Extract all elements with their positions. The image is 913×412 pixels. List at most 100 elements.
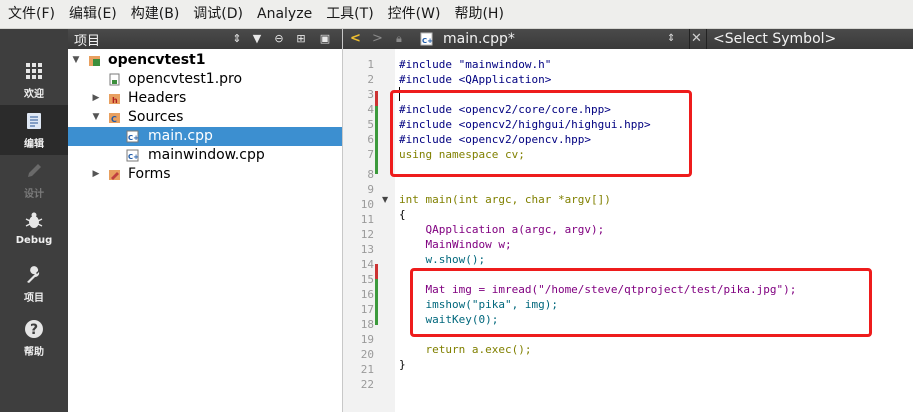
- tree-item-label: opencvtest1.pro: [128, 71, 243, 87]
- sources-folder-icon: C: [109, 113, 120, 124]
- tree-item-main-cpp[interactable]: C+ main.cpp: [68, 127, 342, 146]
- project-pane-title: 项目: [74, 33, 101, 49]
- line-number: 21: [360, 363, 374, 376]
- change-marker: [375, 264, 378, 279]
- line-number: 6: [367, 133, 374, 146]
- tree-item-label: Headers: [128, 90, 187, 106]
- cpp-file-icon: C+: [126, 130, 139, 143]
- line-number: 18: [360, 318, 374, 331]
- line-number: 9: [367, 183, 374, 196]
- editor-filename[interactable]: main.cpp*: [443, 29, 515, 49]
- project-icon: [89, 56, 100, 66]
- mode-edit[interactable]: 编辑: [0, 105, 68, 155]
- pro-file-icon: [109, 73, 120, 86]
- line-number: 16: [360, 288, 374, 301]
- line-number: 3: [367, 88, 374, 101]
- mode-welcome[interactable]: 欢迎: [0, 55, 68, 105]
- symbol-selector[interactable]: <Select Symbol>: [713, 29, 836, 49]
- project-pane-header: 项目 ⇕ ▼ ⊖ ⊞ ▣: [68, 29, 342, 49]
- change-marker: [375, 106, 378, 174]
- menu-edit[interactable]: 编辑(E): [61, 0, 123, 28]
- tree-item-label: opencvtest1: [108, 52, 206, 68]
- tree-item-label: Forms: [128, 166, 171, 182]
- line-number: 5: [367, 118, 374, 131]
- code-line: return a.exec();: [399, 343, 532, 356]
- tree-item-headers[interactable]: ▶ h Headers: [68, 89, 342, 108]
- line-numbers: 1 2 3 4 5 6 7 8 9 10 11 12 13 14 15 16 1…: [343, 57, 374, 397]
- close-file-icon[interactable]: ✕: [691, 29, 702, 49]
- change-marker: [375, 279, 378, 325]
- expand-arrow-icon[interactable]: ▼: [90, 108, 102, 127]
- tree-item-pro-file[interactable]: opencvtest1.pro: [68, 70, 342, 89]
- line-number: 22: [360, 378, 374, 391]
- menu-bar: 文件(F) 编辑(E) 构建(B) 调试(D) Analyze 工具(T) 控件…: [0, 0, 913, 29]
- line-number: 15: [360, 273, 374, 286]
- line-number: 13: [360, 243, 374, 256]
- lock-icon: 🔒︎: [396, 32, 402, 45]
- mode-projects[interactable]: 项目: [0, 259, 68, 309]
- collapsed-arrow-icon[interactable]: ▶: [90, 165, 102, 184]
- menu-file[interactable]: 文件(F): [0, 0, 61, 28]
- expand-arrow-icon[interactable]: ▼: [70, 51, 82, 70]
- code-line: QApplication a(argc, argv);: [399, 223, 605, 236]
- line-number: 8: [367, 168, 374, 181]
- menu-analyze[interactable]: Analyze: [249, 0, 318, 28]
- line-number: 4: [367, 103, 374, 116]
- highlight-box: [410, 268, 872, 337]
- collapsed-arrow-icon[interactable]: ▶: [90, 89, 102, 108]
- sort-updown-icon[interactable]: ⇕: [230, 32, 244, 46]
- mode-label: 帮助: [24, 347, 44, 358]
- line-number: 2: [367, 73, 374, 86]
- mode-design[interactable]: 设计: [0, 155, 68, 205]
- tree-item-project[interactable]: ▼ opencvtest1: [68, 51, 342, 70]
- highlight-box: [390, 90, 692, 177]
- mode-label: 编辑: [24, 139, 44, 150]
- cpp-file-icon: C+: [126, 149, 139, 162]
- tree-item-sources[interactable]: ▼ C Sources: [68, 108, 342, 127]
- svg-text:C+: C+: [422, 37, 433, 45]
- code-line: #include <QApplication>: [399, 73, 552, 86]
- line-number: 12: [360, 228, 374, 241]
- mode-help[interactable]: ? 帮助: [0, 313, 68, 363]
- code-line: }: [399, 358, 406, 371]
- back-arrow-icon[interactable]: <: [350, 29, 361, 49]
- line-number: 7: [367, 148, 374, 161]
- svg-text:?: ?: [30, 322, 38, 338]
- menu-help[interactable]: 帮助(H): [446, 0, 509, 28]
- line-number: 1: [367, 58, 374, 71]
- svg-text:C+: C+: [128, 134, 139, 142]
- svg-text:C+: C+: [128, 153, 139, 161]
- fold-arrow-icon[interactable]: ▼: [382, 195, 388, 204]
- menu-widgets[interactable]: 控件(W): [380, 0, 447, 28]
- mode-bar: 欢迎 编辑 设计 Debug 项目 ? 帮助: [0, 29, 68, 412]
- code-line: #include "mainwindow.h": [399, 58, 552, 71]
- tree-item-mainwindow-cpp[interactable]: C+ mainwindow.cpp: [68, 146, 342, 165]
- project-pane: 项目 ⇕ ▼ ⊖ ⊞ ▣ ▼ opencvtest1 opencvtest1.p…: [68, 29, 343, 412]
- code-line: w.show();: [399, 253, 486, 266]
- split-icon[interactable]: ⊞: [294, 32, 308, 46]
- menu-debug[interactable]: 调试(D): [185, 0, 249, 28]
- file-dropdown-icon[interactable]: ⇕: [667, 29, 675, 49]
- document-icon: [27, 113, 41, 129]
- filter-icon[interactable]: ▼: [250, 32, 264, 46]
- code-line: MainWindow w;: [399, 238, 512, 251]
- menu-tools[interactable]: 工具(T): [318, 0, 379, 28]
- line-number: 11: [360, 213, 374, 226]
- tree-item-forms[interactable]: ▶ Forms: [68, 165, 342, 184]
- change-marker: [375, 91, 378, 106]
- headers-folder-icon: h: [109, 94, 120, 105]
- line-number: 19: [360, 333, 374, 346]
- code-line: int main(int argc, char *argv[]): [399, 193, 611, 206]
- mode-label: 项目: [24, 293, 44, 304]
- mode-debug[interactable]: Debug: [0, 205, 68, 255]
- line-number: 10: [360, 198, 374, 211]
- menu-build[interactable]: 构建(B): [123, 0, 186, 28]
- svg-text:h: h: [112, 96, 118, 105]
- help-icon: ?: [25, 320, 43, 338]
- pencil-icon: [28, 164, 41, 177]
- mode-label: 欢迎: [24, 89, 44, 100]
- forward-arrow-icon[interactable]: >: [372, 29, 383, 49]
- link-icon[interactable]: ⊖: [272, 32, 286, 46]
- tree-item-label: Sources: [128, 109, 184, 125]
- close-pane-icon[interactable]: ▣: [318, 32, 332, 46]
